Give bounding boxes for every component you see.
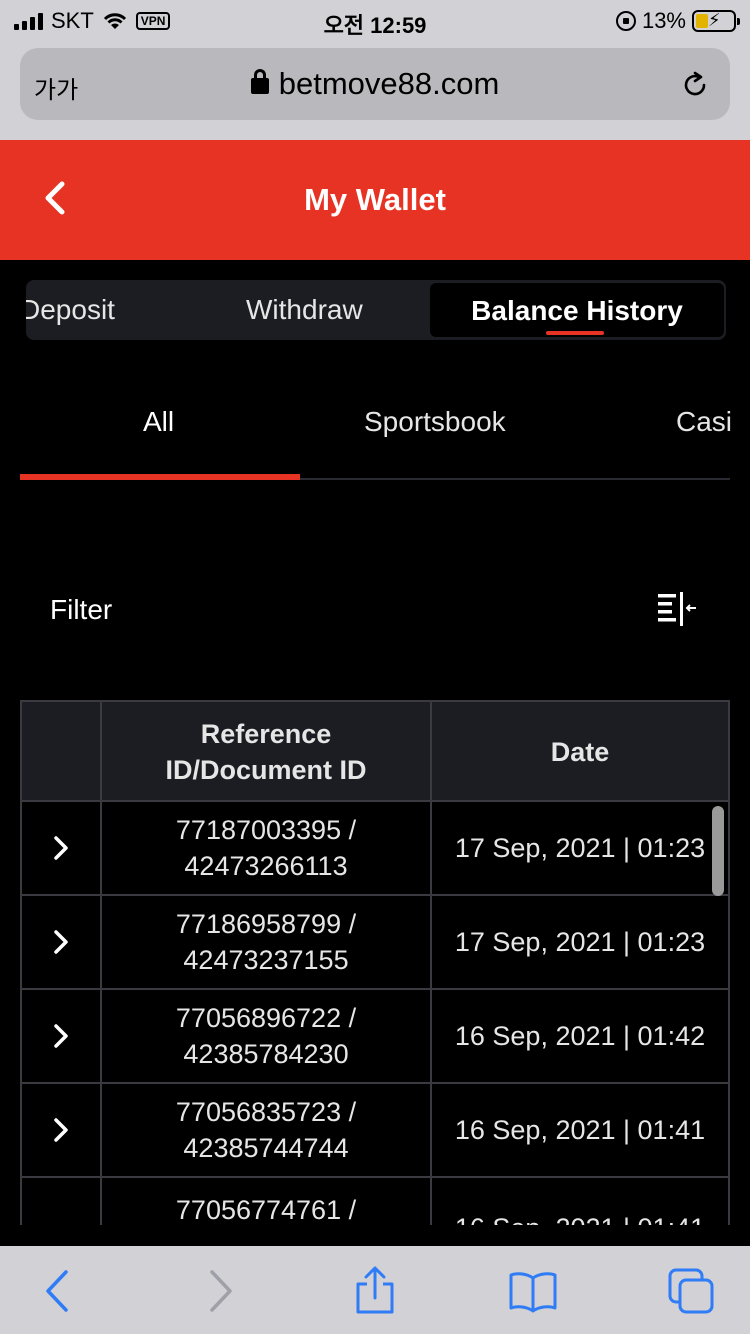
tab-balance-history[interactable]: Balance History xyxy=(430,283,724,337)
reference-id: 77056774761 / xyxy=(175,1195,357,1225)
page-title: My Wallet xyxy=(304,182,446,217)
header-date: Date xyxy=(432,702,730,802)
table-row[interactable]: 77187003395 / 42473266113 17 Sep, 2021 | … xyxy=(22,802,730,896)
table-scrollbar[interactable] xyxy=(712,806,724,896)
row-date: 16 Sep, 2021 | 01:41 xyxy=(432,1178,730,1225)
expand-chevron-icon[interactable] xyxy=(50,1022,72,1050)
row-date: 16 Sep, 2021 | 01:41 xyxy=(432,1084,730,1176)
battery-percent: 13% xyxy=(641,8,686,33)
reference-id: 77056896722 / xyxy=(175,1003,357,1033)
reference-id: 77187003395 / xyxy=(175,815,357,845)
document-id: 42385784230 xyxy=(183,1039,349,1069)
header-reference-label: Reference ID/Document ID xyxy=(165,719,367,785)
active-category-indicator xyxy=(20,474,300,480)
document-id: 42385744744 xyxy=(183,1133,349,1163)
wallet-tabs: Deposit Withdraw Balance History xyxy=(26,280,726,340)
table-row[interactable]: 77056774761 / 16 Sep, 2021 | 01:41 xyxy=(22,1178,730,1225)
browser-forward-icon[interactable] xyxy=(194,1266,244,1316)
share-icon[interactable] xyxy=(350,1266,400,1316)
expand-chevron-icon[interactable] xyxy=(50,834,72,862)
expand-chevron-icon[interactable] xyxy=(50,928,72,956)
tab-all[interactable]: All xyxy=(143,406,174,438)
header-reference-id: Reference ID/Document ID xyxy=(102,702,432,802)
browser-toolbar: 가가 betmove88.com xyxy=(0,40,750,140)
expand-chevron-icon[interactable] xyxy=(50,1116,72,1144)
tab-casino[interactable]: Casi xyxy=(676,406,732,438)
row-date: 16 Sep, 2021 | 01:42 xyxy=(432,990,730,1082)
lock-icon xyxy=(250,69,269,94)
reference-id: 77186958799 / xyxy=(175,909,357,939)
category-tabs: All Sportsbook Casi xyxy=(20,380,732,480)
browser-back-icon[interactable] xyxy=(34,1266,84,1316)
status-bar: SKT VPN 오전 12:59 13% ⚡ xyxy=(0,0,750,40)
tab-withdraw[interactable]: Withdraw xyxy=(246,280,363,340)
rotation-lock-icon xyxy=(615,11,636,31)
document-id: 42473237155 xyxy=(183,945,349,975)
reference-id: 77056835723 / xyxy=(175,1097,357,1127)
balance-history-table: Reference ID/Document ID Date 7718700339… xyxy=(20,700,730,1225)
active-tab-indicator xyxy=(546,331,604,335)
document-id: 42473266113 xyxy=(184,851,348,881)
page-header: My Wallet xyxy=(0,140,750,260)
filter-toggle-icon[interactable] xyxy=(656,590,700,630)
bookmarks-icon[interactable] xyxy=(508,1266,558,1316)
tab-sportsbook[interactable]: Sportsbook xyxy=(364,406,506,438)
reload-icon[interactable] xyxy=(680,70,710,100)
table-row[interactable]: 77186958799 / 42473237155 17 Sep, 2021 | … xyxy=(22,896,730,990)
filter-label: Filter xyxy=(50,594,113,625)
tabs-icon[interactable] xyxy=(666,1266,716,1316)
browser-bottom-bar xyxy=(0,1246,750,1334)
url-text[interactable]: betmove88.com xyxy=(279,66,500,101)
row-date: 17 Sep, 2021 | 01:23 xyxy=(432,896,730,988)
table-row[interactable]: 77056835723 / 42385744744 16 Sep, 2021 | … xyxy=(22,1084,730,1178)
header-expand xyxy=(22,702,102,802)
row-date: 17 Sep, 2021 | 01:23 xyxy=(432,802,730,894)
table-row[interactable]: 77056896722 / 42385784230 16 Sep, 2021 | … xyxy=(22,990,730,1084)
battery-icon: ⚡ xyxy=(692,10,740,32)
table-header: Reference ID/Document ID Date xyxy=(22,700,730,802)
tab-deposit[interactable]: Deposit xyxy=(26,280,115,340)
address-bar[interactable]: 가가 betmove88.com xyxy=(20,48,730,120)
